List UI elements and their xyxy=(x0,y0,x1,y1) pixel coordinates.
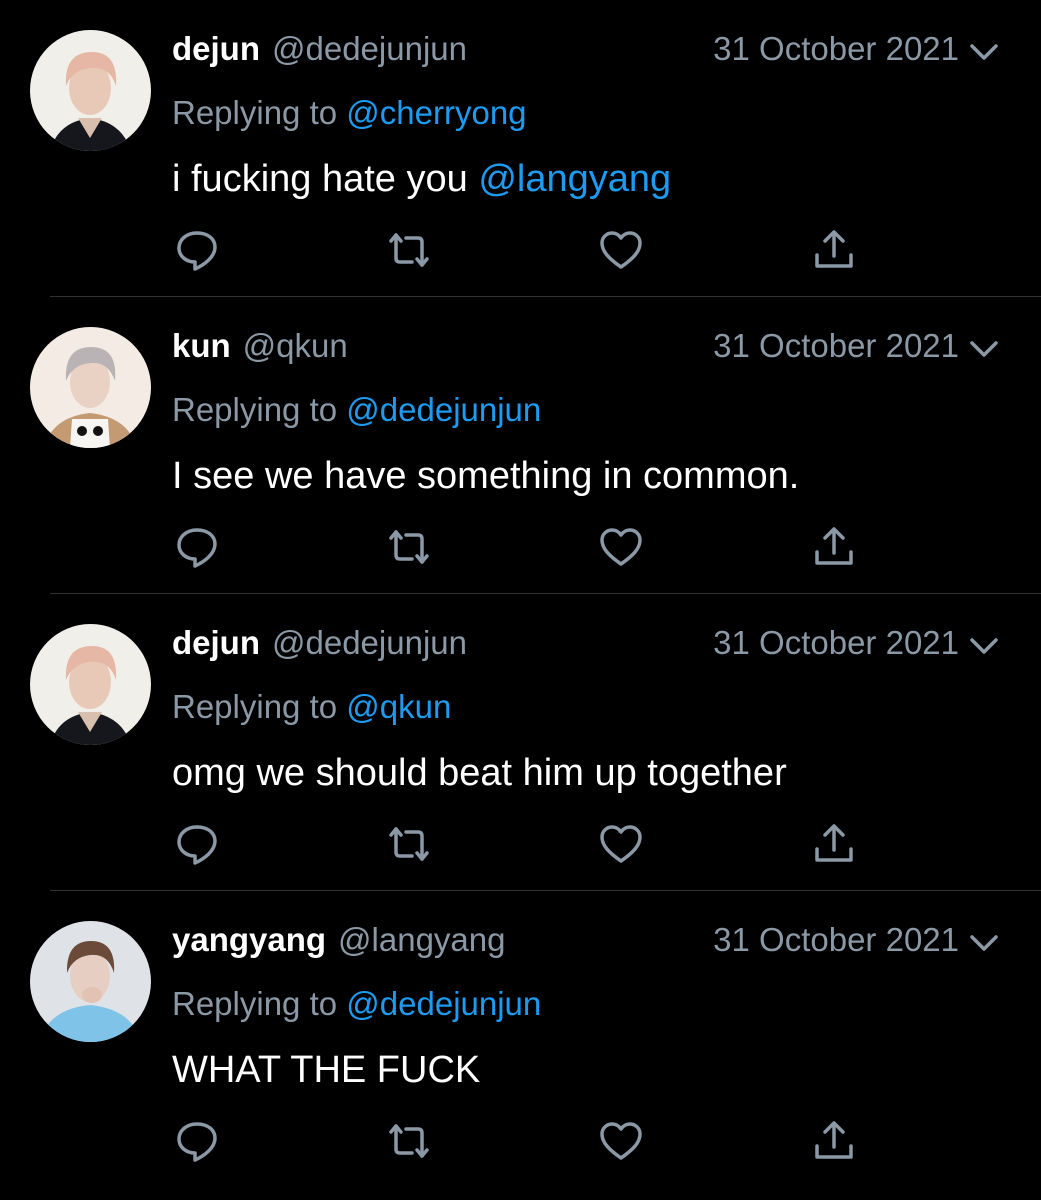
tweet-text-content: i fucking hate you xyxy=(172,158,468,200)
chevron-down-icon[interactable] xyxy=(967,929,1001,957)
tweet-header: dejun @dedejunjun xyxy=(172,624,467,668)
tweet-header: dejun @dedejunjun xyxy=(172,30,467,74)
retweet-icon[interactable] xyxy=(385,523,433,571)
replying-to-label: Replying to xyxy=(172,391,338,428)
tweet-header: kun @qkun xyxy=(172,327,348,371)
tweet[interactable]: dejun @dedejunjun 31 October 2021 Replyi… xyxy=(0,0,1041,297)
share-icon[interactable] xyxy=(810,523,858,571)
replying-to-line: Replying to @dedejunjun xyxy=(172,391,541,429)
replying-to-mention[interactable]: @qkun xyxy=(346,688,451,725)
tweet-date[interactable]: 31 October 2021 xyxy=(713,30,959,68)
avatar-dejun-image xyxy=(30,624,151,745)
display-name[interactable]: dejun xyxy=(172,30,260,68)
like-icon[interactable] xyxy=(597,226,645,274)
tweet[interactable]: yangyang @langyang 31 October 2021 Reply… xyxy=(0,891,1041,1188)
retweet-icon[interactable] xyxy=(385,820,433,868)
replying-to-line: Replying to @cherryong xyxy=(172,94,527,132)
user-handle[interactable]: @dedejunjun xyxy=(272,30,467,68)
tweet-date[interactable]: 31 October 2021 xyxy=(713,624,959,662)
user-handle[interactable]: @langyang xyxy=(338,921,505,959)
replying-to-label: Replying to xyxy=(172,94,338,131)
replying-to-mention[interactable]: @dedejunjun xyxy=(346,391,541,428)
share-icon[interactable] xyxy=(810,1117,858,1165)
chevron-down-icon[interactable] xyxy=(967,38,1001,66)
reply-icon[interactable] xyxy=(173,226,221,274)
chevron-down-icon[interactable] xyxy=(967,335,1001,363)
share-icon[interactable] xyxy=(810,226,858,274)
user-handle[interactable]: @qkun xyxy=(243,327,348,365)
display-name[interactable]: kun xyxy=(172,327,231,365)
avatar[interactable] xyxy=(30,327,151,448)
avatar[interactable] xyxy=(30,624,151,745)
tweet-text: omg we should beat him up together xyxy=(172,752,787,795)
tweet-date[interactable]: 31 October 2021 xyxy=(713,921,959,959)
tweet-text-mention[interactable]: @langyang xyxy=(478,158,671,200)
reply-icon[interactable] xyxy=(173,1117,221,1165)
share-icon[interactable] xyxy=(810,820,858,868)
like-icon[interactable] xyxy=(597,820,645,868)
avatar[interactable] xyxy=(30,921,151,1042)
replying-to-mention[interactable]: @dedejunjun xyxy=(346,985,541,1022)
reply-icon[interactable] xyxy=(173,820,221,868)
display-name[interactable]: yangyang xyxy=(172,921,326,959)
replying-to-label: Replying to xyxy=(172,688,338,725)
avatar-kun-image xyxy=(30,327,151,448)
retweet-icon[interactable] xyxy=(385,226,433,274)
retweet-icon[interactable] xyxy=(385,1117,433,1165)
avatar[interactable] xyxy=(30,30,151,151)
avatar-yangyang-image xyxy=(30,921,151,1042)
tweet[interactable]: kun @qkun 31 October 2021 Replying to @d… xyxy=(0,297,1041,594)
tweet-text: i fucking hate you @langyang xyxy=(172,158,671,201)
like-icon[interactable] xyxy=(597,523,645,571)
tweet-header: yangyang @langyang xyxy=(172,921,506,965)
replying-to-line: Replying to @dedejunjun xyxy=(172,985,541,1023)
tweet-text: WHAT THE FUCK xyxy=(172,1049,480,1092)
avatar-dejun-image xyxy=(30,30,151,151)
reply-thread: dejun @dedejunjun 31 October 2021 Replyi… xyxy=(0,0,1041,1200)
tweet-text-content: I see we have something in common. xyxy=(172,455,800,497)
reply-icon[interactable] xyxy=(173,523,221,571)
tweet-text-content: omg we should beat him up together xyxy=(172,752,787,794)
tweet-text: I see we have something in common. xyxy=(172,455,799,498)
display-name[interactable]: dejun xyxy=(172,624,260,662)
tweet-text-content: WHAT THE FUCK xyxy=(172,1049,481,1091)
tweet[interactable]: dejun @dedejunjun 31 October 2021 Replyi… xyxy=(0,594,1041,891)
like-icon[interactable] xyxy=(597,1117,645,1165)
replying-to-label: Replying to xyxy=(172,985,338,1022)
tweet-date[interactable]: 31 October 2021 xyxy=(713,327,959,365)
user-handle[interactable]: @dedejunjun xyxy=(272,624,467,662)
replying-to-line: Replying to @qkun xyxy=(172,688,451,726)
replying-to-mention[interactable]: @cherryong xyxy=(346,94,526,131)
chevron-down-icon[interactable] xyxy=(967,632,1001,660)
